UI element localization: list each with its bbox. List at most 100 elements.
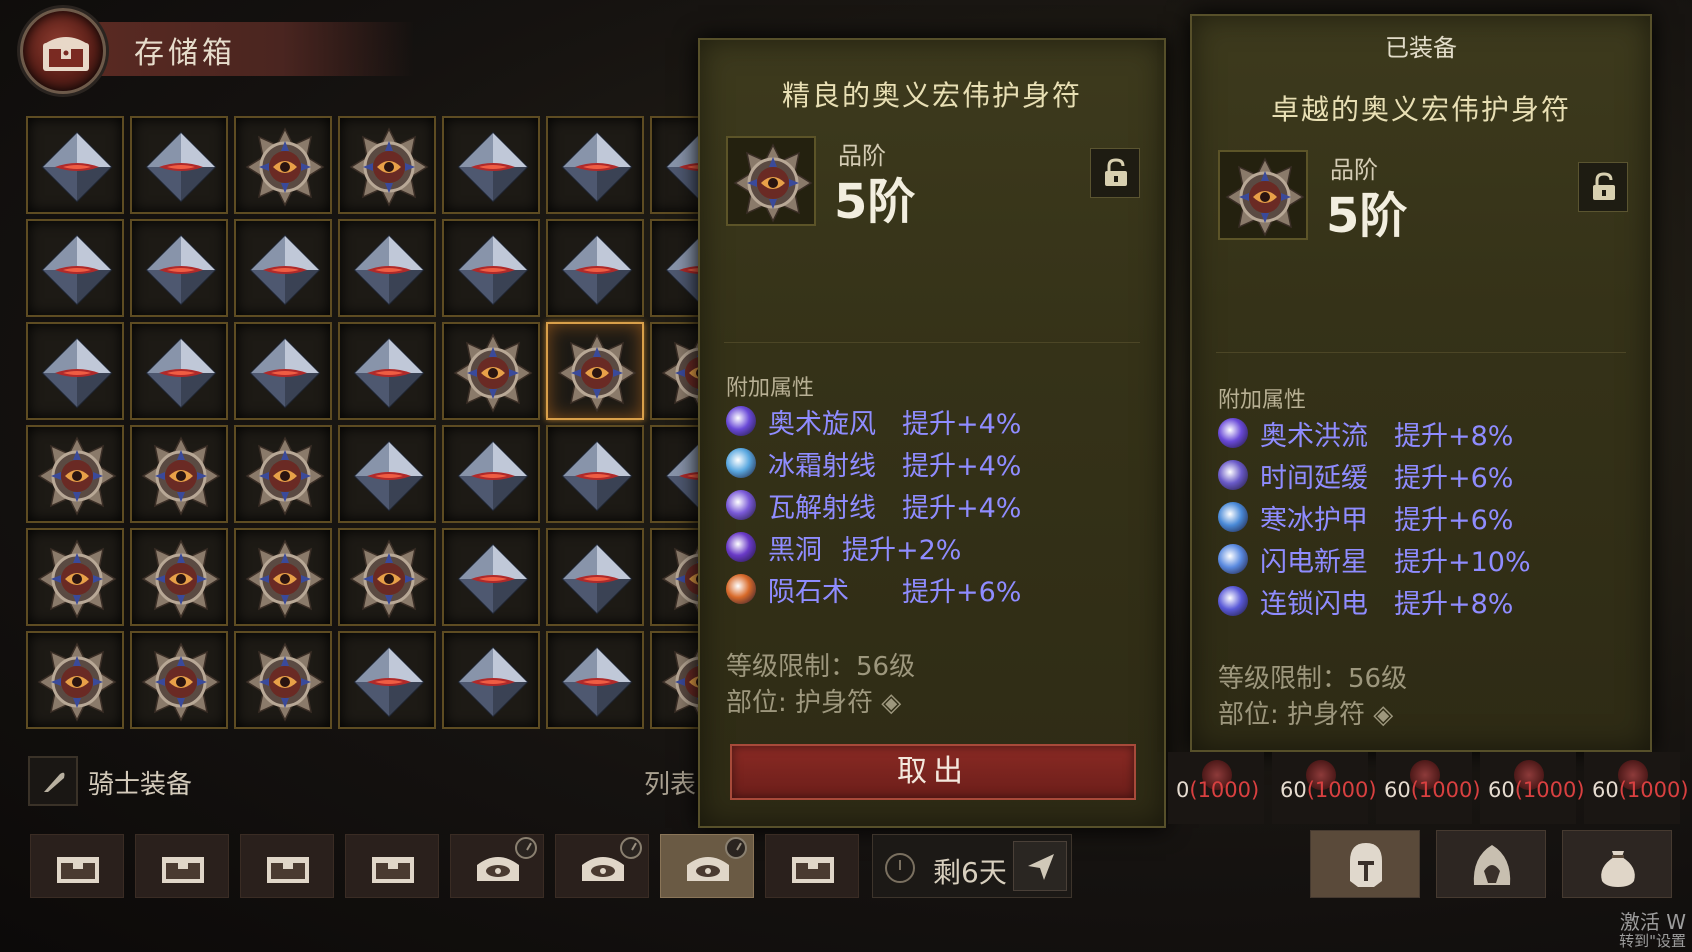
stash-slot[interactable] xyxy=(546,528,644,626)
character-button[interactable] xyxy=(1310,830,1420,898)
affix-name: 奥术旋风 xyxy=(768,409,876,440)
affix-value: 提升+6% xyxy=(1394,505,1514,536)
quill-icon[interactable] xyxy=(28,756,78,806)
affix-row: 闪电新星 提升+10% xyxy=(1218,540,1618,578)
stash-slot[interactable] xyxy=(234,219,332,317)
affix-name: 寒冰护甲 xyxy=(1260,505,1368,536)
affix-value: 提升+6% xyxy=(902,577,1022,608)
material-count: 0(1000) xyxy=(1176,778,1260,802)
equipped-affix-header: 附加属性 xyxy=(1218,388,1307,413)
divider xyxy=(724,342,1140,343)
stash-slot[interactable] xyxy=(546,219,644,317)
stash-slot[interactable] xyxy=(26,425,124,523)
material-slot[interactable]: 60(1000) xyxy=(1480,752,1585,824)
equipped-slot-type: 部位: 护身符 ◈ xyxy=(1218,694,1393,731)
material-slot[interactable]: 0(1000) xyxy=(1168,752,1264,824)
equipped-level-requirement: 等级限制：56级 xyxy=(1218,664,1408,694)
frost-ray-icon xyxy=(726,448,756,478)
affix-row: 奥术洪流 提升+8% xyxy=(1218,414,1618,452)
equipped-label: 已装备 xyxy=(1385,34,1457,62)
stash-tab[interactable] xyxy=(555,834,649,898)
timer-clock-icon xyxy=(725,837,747,859)
stash-tab[interactable] xyxy=(345,834,439,898)
disintegrate-icon xyxy=(726,490,756,520)
item-name: 精良的奥义宏伟护身符 xyxy=(781,79,1082,112)
stash-slot[interactable] xyxy=(338,116,436,214)
stash-grid xyxy=(26,116,706,732)
affix-row: 黑洞 提升+2% xyxy=(726,528,1126,566)
affix-name: 陨石术 xyxy=(768,577,849,608)
stash-tab[interactable] xyxy=(30,834,124,898)
amulet-slot-icon: ◈ xyxy=(1373,700,1394,730)
stash-slot[interactable] xyxy=(338,322,436,420)
timer-clock-icon xyxy=(515,837,537,859)
level-requirement: 等级限制：56级 xyxy=(726,652,916,682)
stash-slot[interactable] xyxy=(26,322,124,420)
stash-slot[interactable] xyxy=(546,322,644,420)
stash-slot[interactable] xyxy=(26,219,124,317)
character-button[interactable] xyxy=(1436,830,1546,898)
stash-slot[interactable] xyxy=(130,425,228,523)
material-slot[interactable]: 60(1000) xyxy=(1272,752,1377,824)
stash-slot[interactable] xyxy=(442,631,540,729)
lightning-nova-icon xyxy=(1218,544,1248,574)
affix-value: 提升+4% xyxy=(902,451,1022,482)
stash-slot[interactable] xyxy=(130,116,228,214)
affix-name: 冰霜射线 xyxy=(768,451,876,482)
stash-slot[interactable] xyxy=(234,631,332,729)
take-out-button[interactable]: 取出 xyxy=(730,744,1136,800)
arcane-swirl-icon xyxy=(726,406,756,436)
stash-tab[interactable] xyxy=(135,834,229,898)
stash-tab[interactable] xyxy=(240,834,334,898)
equipped-lock-icon[interactable] xyxy=(1578,162,1628,212)
stash-slot[interactable] xyxy=(234,116,332,214)
affix-name: 奥术洪流 xyxy=(1260,421,1368,452)
stash-slot[interactable] xyxy=(130,528,228,626)
bottom-bar: 剩6天 xyxy=(0,826,1692,906)
stash-tab[interactable] xyxy=(450,834,544,898)
stash-slot[interactable] xyxy=(546,631,644,729)
affix-name: 连锁闪电 xyxy=(1260,589,1368,620)
stash-slot[interactable] xyxy=(26,116,124,214)
stash-slot[interactable] xyxy=(234,322,332,420)
stash-slot[interactable] xyxy=(442,116,540,214)
material-slot[interactable]: 60(1000) xyxy=(1376,752,1481,824)
stash-slot[interactable] xyxy=(130,219,228,317)
affix-name: 瓦解射线 xyxy=(768,493,876,524)
knight-equipment-label[interactable]: 骑士装备 xyxy=(88,764,192,801)
stash-slot[interactable] xyxy=(442,322,540,420)
affix-value: 提升+10% xyxy=(1394,547,1531,578)
stash-slot[interactable] xyxy=(26,631,124,729)
stash-tab[interactable] xyxy=(660,834,754,898)
stash-slot[interactable] xyxy=(234,425,332,523)
equipped-tier-value: 5阶 xyxy=(1326,188,1408,244)
stash-slot[interactable] xyxy=(442,425,540,523)
stash-slot[interactable] xyxy=(234,528,332,626)
stash-slot[interactable] xyxy=(546,425,644,523)
list-button[interactable]: 列表 xyxy=(644,764,696,801)
stash-slot[interactable] xyxy=(338,425,436,523)
stash-slot[interactable] xyxy=(442,219,540,317)
send-button[interactable] xyxy=(1013,841,1067,891)
stash-slot[interactable] xyxy=(26,528,124,626)
stash-slot[interactable] xyxy=(442,528,540,626)
stash-slot[interactable] xyxy=(130,631,228,729)
watermark-line2: 转到"设置 xyxy=(1619,932,1686,950)
equipped-slot-type-text: 部位: 护身符 xyxy=(1218,700,1366,730)
tier-value: 5阶 xyxy=(834,174,916,230)
affix-name: 黑洞 xyxy=(768,535,822,566)
stash-slot[interactable] xyxy=(338,219,436,317)
stash-tab[interactable] xyxy=(765,834,859,898)
stash-chest-icon xyxy=(20,8,106,94)
character-button[interactable] xyxy=(1562,830,1672,898)
stash-slot[interactable] xyxy=(130,322,228,420)
item-tooltip-panel: 精良的奥义宏伟护身符 品阶 5阶 附加属性 奥术旋风 提升+4% 冰霜射线 提升+4%… xyxy=(698,38,1166,828)
lock-icon[interactable] xyxy=(1090,148,1140,198)
stash-slot[interactable] xyxy=(338,631,436,729)
equipped-item-name: 卓越的奥义宏伟护身符 xyxy=(1270,93,1571,126)
stash-slot[interactable] xyxy=(338,528,436,626)
material-slot[interactable]: 60(1000) xyxy=(1584,752,1689,824)
slot-type-text: 部位: 护身符 xyxy=(726,688,874,718)
stash-slot[interactable] xyxy=(546,116,644,214)
arcane-torrent-icon xyxy=(1218,418,1248,448)
